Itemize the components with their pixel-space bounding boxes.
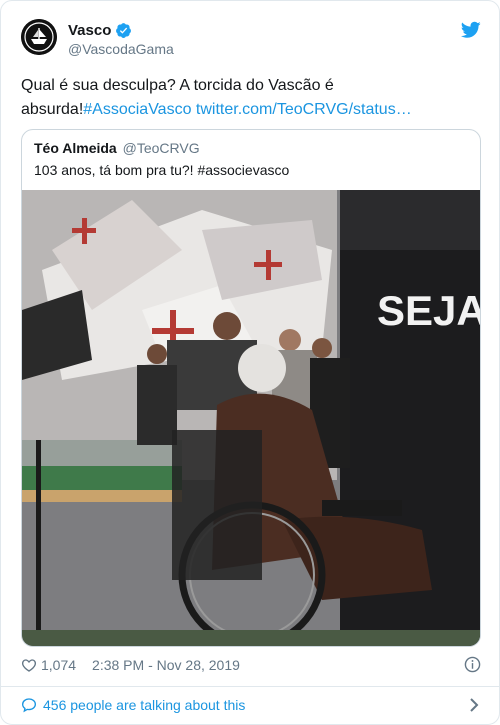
twitter-bird-icon[interactable] xyxy=(461,21,481,39)
tweet-header: Vasco @VascodaGama xyxy=(21,19,481,63)
talking-about-text[interactable]: 456 people are talking about this xyxy=(43,697,245,713)
quoted-author-handle: @TeoCRVG xyxy=(122,140,200,156)
talking-about-link[interactable]: 456 people are talking about this xyxy=(21,695,481,715)
hashtag-link[interactable]: #AssociaVasco xyxy=(83,101,191,118)
quoted-tweet-text: 103 anos, tá bom pra tu?! #associevasco xyxy=(34,162,290,178)
avatar[interactable] xyxy=(21,19,57,55)
quoted-tweet-photo[interactable]: SEJA UM xyxy=(22,190,480,646)
heart-icon[interactable] xyxy=(21,657,37,673)
embedded-tweet-card: Vasco @VascodaGama Qual é sua desculpa? … xyxy=(0,0,500,725)
quoted-author-name: Téo Almeida xyxy=(34,140,117,156)
tweet-text: Qual é sua desculpa? A torcida do Vascão… xyxy=(21,74,481,122)
quoted-tweet[interactable]: Téo Almeida @TeoCRVG 103 anos, tá bom pr… xyxy=(21,129,481,647)
author-display-name[interactable]: Vasco xyxy=(68,22,111,39)
info-icon[interactable] xyxy=(464,656,481,673)
quoted-tweet-link[interactable]: twitter.com/TeoCRVG/status… xyxy=(196,101,412,118)
like-count[interactable]: 1,074 xyxy=(41,657,76,673)
comment-bubble-icon xyxy=(21,698,37,713)
footer-divider xyxy=(1,686,499,687)
photo-sign-text: SEJA UM xyxy=(377,287,480,334)
tweet-timestamp[interactable]: 2:38 PM - Nov 28, 2019 xyxy=(92,657,240,673)
tweet-meta: 1,074 2:38 PM - Nov 28, 2019 xyxy=(21,655,481,675)
author-handle[interactable]: @VascodaGama xyxy=(68,41,174,57)
verified-badge-icon xyxy=(116,22,132,38)
chevron-right-icon[interactable] xyxy=(469,697,479,713)
